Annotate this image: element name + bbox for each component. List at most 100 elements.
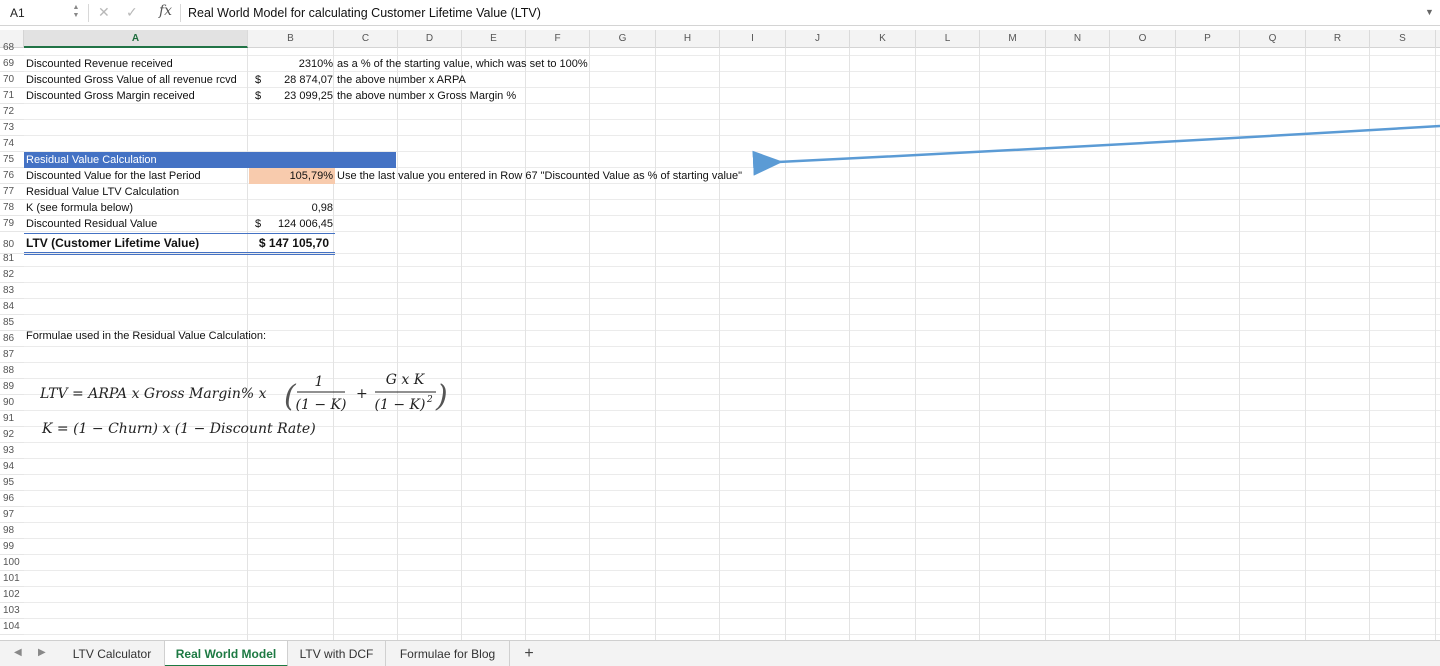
cell-b75[interactable]: 105,79% [249,168,333,184]
row-header-90[interactable]: 90 [0,395,24,411]
cell-b71[interactable]: 23 099,25 [264,88,333,104]
cell-b78[interactable]: 124 006,45 [264,216,333,232]
row-header-85[interactable]: 85 [0,315,24,331]
row-header-77[interactable]: 77 [0,184,24,200]
column-header-e[interactable]: E [462,30,526,48]
row-header-70[interactable]: 70 [0,72,24,88]
row-header-73[interactable]: 73 [0,120,24,136]
column-header-c[interactable]: C [334,30,398,48]
cell-b70[interactable]: 28 874,07 [264,72,333,88]
column-header-g[interactable]: G [590,30,656,48]
gridline [24,346,1440,347]
column-header-i[interactable]: I [720,30,786,48]
row-header-79[interactable]: 79 [0,216,24,232]
column-header-s[interactable]: S [1370,30,1436,48]
row-header-82[interactable]: 82 [0,267,24,283]
cell-a70[interactable]: Discounted Gross Value of all revenue rc… [26,72,237,88]
row-header-99[interactable]: 99 [0,539,24,555]
row-header-102[interactable]: 102 [0,587,24,603]
row-header-93[interactable]: 93 [0,443,24,459]
add-sheet-button[interactable]: + [516,641,542,666]
cell-a80[interactable]: LTV (Customer Lifetime Value) [26,235,199,251]
cell-b69[interactable]: 2310% [249,56,333,72]
row-header-71[interactable]: 71 [0,88,24,104]
gridline [24,506,1440,507]
row-header-96[interactable]: 96 [0,491,24,507]
row-header-81[interactable]: 81 [0,251,24,267]
row-header-95[interactable]: 95 [0,475,24,491]
cell-area[interactable]: Discounted Revenue received 2310% as a %… [24,48,1440,640]
row-header-74[interactable]: 74 [0,136,24,152]
name-box-stepper-icon[interactable]: ▲ ▼ [70,4,82,22]
cell-c75[interactable]: Use the last value you entered in Row 67… [337,168,742,184]
column-header-a[interactable]: A [24,30,248,48]
currency-symbol: $ [255,218,262,230]
tab-scroll-right-icon[interactable]: ▶ [38,647,46,658]
row-header-84[interactable]: 84 [0,299,24,315]
cell-a75[interactable]: Discounted Value for the last Period [26,168,201,184]
gridline [333,48,334,640]
chevron-down-icon[interactable]: ▼ [1425,7,1434,17]
cell-c71[interactable]: the above number x Gross Margin % [337,88,516,104]
fx-icon[interactable]: fx [159,3,172,19]
row-header-94[interactable]: 94 [0,459,24,475]
row-header-86[interactable]: 86 [0,331,24,347]
ltv-formula-graphic: LTV = ARPA x Gross Margin% x ( 1 (1 − K)… [39,372,448,437]
column-header-o[interactable]: O [1110,30,1176,48]
row-header-97[interactable]: 97 [0,507,24,523]
cell-c70[interactable]: the above number x ARPA [337,72,466,88]
row-header-104[interactable]: 104 [0,619,24,635]
cell-a74[interactable]: Residual Value Calculation [26,152,157,168]
row-header-101[interactable]: 101 [0,571,24,587]
row-header-92[interactable]: 92 [0,427,24,443]
cell-a78[interactable]: Discounted Residual Value [26,216,157,232]
column-header-l[interactable]: L [916,30,980,48]
row-header-83[interactable]: 83 [0,283,24,299]
cell-c69[interactable]: as a % of the starting value, which was … [337,56,588,72]
formula-image[interactable]: LTV = ARPA x Gross Margin% x ( 1 (1 − K)… [39,370,460,450]
tab-ltv-calculator[interactable]: LTV Calculator [60,641,165,666]
row-header-72[interactable]: 72 [0,104,24,120]
formula-input[interactable]: Real World Model for calculating Custome… [188,3,1388,23]
tab-real-world-model[interactable]: Real World Model [165,641,288,666]
gridline [24,538,1440,539]
row-header-87[interactable]: 87 [0,347,24,363]
row-header-100[interactable]: 100 [0,555,24,571]
cell-a71[interactable]: Discounted Gross Margin received [26,88,195,104]
spreadsheet-grid[interactable]: ABCDEFGHIJKLMNOPQRS 68 69 70 71 72 73 74 75 76 77… [0,30,1440,640]
column-header-n[interactable]: N [1046,30,1110,48]
column-header-h[interactable]: H [656,30,720,48]
cancel-icon[interactable]: ✕ [98,4,110,21]
column-header-b[interactable]: B [248,30,334,48]
cell-a85[interactable]: Formulae used in the Residual Value Calc… [26,328,266,344]
row-header-68[interactable]: 68 [0,40,24,56]
row-header-69[interactable]: 69 [0,56,24,72]
confirm-icon[interactable]: ✓ [126,4,138,21]
row-header-76[interactable]: 76 [0,168,24,184]
row-header-75[interactable]: 75 [0,152,24,168]
row-header-88[interactable]: 88 [0,363,24,379]
column-header-p[interactable]: P [1176,30,1240,48]
row-header-78[interactable]: 78 [0,200,24,216]
row-header-98[interactable]: 98 [0,523,24,539]
column-header-d[interactable]: D [398,30,462,48]
column-header-m[interactable]: M [980,30,1046,48]
tab-scroll-left-icon[interactable]: ◀ [14,647,22,658]
column-header-k[interactable]: K [850,30,916,48]
cell-a77[interactable]: K (see formula below) [26,200,133,216]
cell-a76[interactable]: Residual Value LTV Calculation [26,184,179,200]
cell-a69[interactable]: Discounted Revenue received [26,56,173,72]
row-header-91[interactable]: 91 [0,411,24,427]
column-header-q[interactable]: Q [1240,30,1306,48]
tab-formulae-for-blog[interactable]: Formulae for Blog [386,641,510,666]
gridline [24,135,1440,136]
column-header-f[interactable]: F [526,30,590,48]
column-header-r[interactable]: R [1306,30,1370,48]
row-header-89[interactable]: 89 [0,379,24,395]
column-header-j[interactable]: J [786,30,850,48]
tab-ltv-with-dcf[interactable]: LTV with DCF [288,641,386,666]
cell-b80[interactable]: $ 147 105,70 [249,235,329,251]
row-header-103[interactable]: 103 [0,603,24,619]
gridline [247,48,248,640]
cell-b77[interactable]: 0,98 [249,200,333,216]
